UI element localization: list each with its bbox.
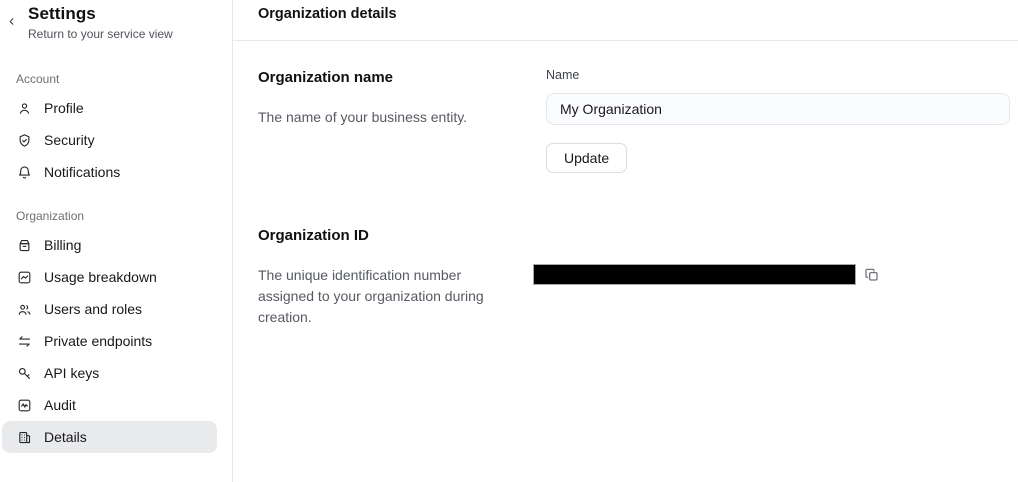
sidebar-item-label: Billing <box>44 237 81 253</box>
organization-id-info: Organization ID The unique identificatio… <box>258 226 546 328</box>
main-panel: Organization details Organization name T… <box>233 0 1018 482</box>
organization-name-info: Organization name The name of your busin… <box>258 68 546 173</box>
sidebar-item-notifications[interactable]: Notifications <box>2 156 217 188</box>
sidebar-item-security[interactable]: Security <box>2 124 217 156</box>
sidebar-item-label: Security <box>44 132 95 148</box>
sidebar-item-label: Notifications <box>44 164 120 180</box>
organization-name-form: Name Update <box>546 68 1010 173</box>
sidebar-item-billing[interactable]: Billing <box>2 229 217 261</box>
copy-button[interactable] <box>863 266 881 284</box>
organization-id-display <box>546 226 1010 328</box>
sidebar-item-profile[interactable]: Profile <box>2 92 217 124</box>
sidebar-item-api-keys[interactable]: API keys <box>2 357 217 389</box>
section-label-account: Account <box>0 72 232 86</box>
sidebar-item-details[interactable]: Details <box>2 421 217 453</box>
settings-sidebar: Settings Return to your service view Acc… <box>0 0 233 482</box>
chevron-left-icon <box>6 16 17 27</box>
sidebar-item-label: Details <box>44 429 87 445</box>
sidebar-header: Settings Return to your service view <box>0 0 232 41</box>
sidebar-item-label: Private endpoints <box>44 333 152 349</box>
pulse-square-icon <box>16 397 32 413</box>
billing-box-icon <box>16 237 32 253</box>
sidebar-subtitle: Return to your service view <box>28 27 216 41</box>
organization-name-input[interactable] <box>546 93 1010 125</box>
organization-name-section: Organization name The name of your busin… <box>258 68 1010 173</box>
name-field-label: Name <box>546 68 1010 82</box>
bell-icon <box>16 164 32 180</box>
building-icon <box>16 429 32 445</box>
sidebar-item-users-and-roles[interactable]: Users and roles <box>2 293 217 325</box>
section-title: Organization ID <box>258 227 546 244</box>
organization-id-value <box>533 264 856 285</box>
user-icon <box>16 100 32 116</box>
sidebar-item-label: Users and roles <box>44 301 142 317</box>
section-label-organization: Organization <box>0 209 232 223</box>
users-icon <box>16 301 32 317</box>
organization-nav: Billing Usage breakdown Users and roles … <box>0 229 232 453</box>
back-button[interactable] <box>2 12 20 30</box>
copy-icon <box>864 267 880 283</box>
sidebar-item-usage-breakdown[interactable]: Usage breakdown <box>2 261 217 293</box>
sidebar-item-audit[interactable]: Audit <box>2 389 217 421</box>
sidebar-item-label: API keys <box>44 365 99 381</box>
key-icon <box>16 365 32 381</box>
section-title: Organization name <box>258 69 546 86</box>
update-button[interactable]: Update <box>546 143 627 173</box>
main-header: Organization details <box>233 0 1018 41</box>
sidebar-title: Settings <box>28 4 216 24</box>
section-description: The name of your business entity. <box>258 107 510 128</box>
chart-icon <box>16 269 32 285</box>
shield-check-icon <box>16 132 32 148</box>
sidebar-item-label: Audit <box>44 397 76 413</box>
swap-arrows-icon <box>16 333 32 349</box>
sidebar-item-label: Profile <box>44 100 84 116</box>
main-content: Organization name The name of your busin… <box>233 41 1018 328</box>
section-description: The unique identification number assigne… <box>258 265 510 328</box>
organization-id-section: Organization ID The unique identificatio… <box>258 226 1010 328</box>
sidebar-item-private-endpoints[interactable]: Private endpoints <box>2 325 217 357</box>
account-nav: Profile Security Notifications <box>0 92 232 188</box>
page-title: Organization details <box>258 6 1018 22</box>
sidebar-item-label: Usage breakdown <box>44 269 157 285</box>
